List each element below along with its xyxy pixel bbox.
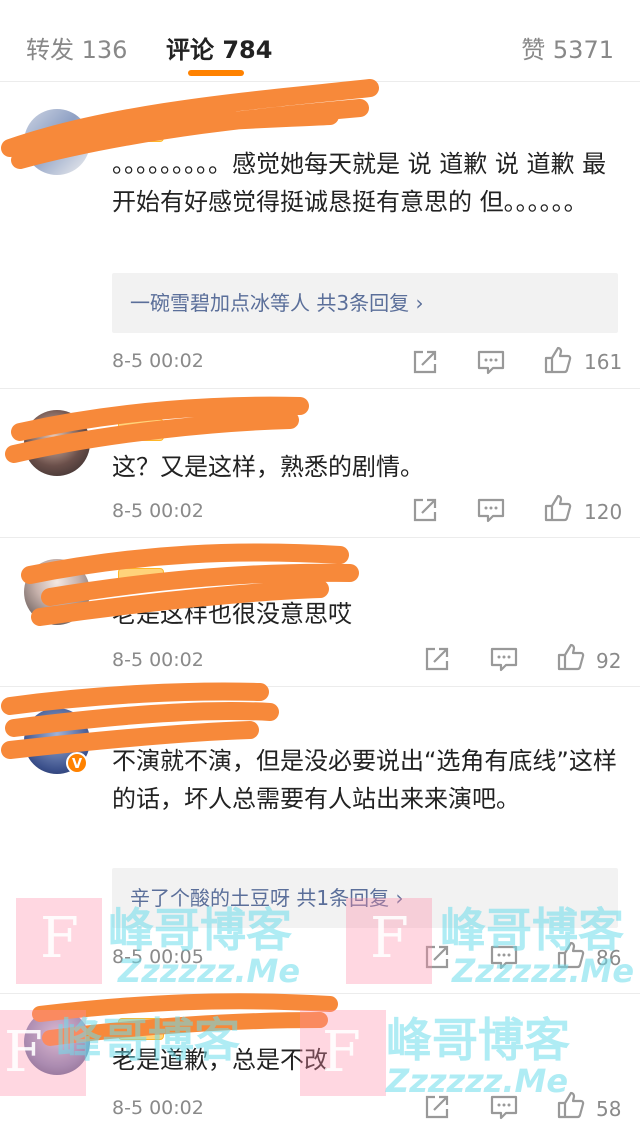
repost-icon[interactable] (422, 644, 452, 674)
fan-medal-badge (118, 119, 164, 142)
username[interactable] (112, 416, 164, 441)
thumbs-up-icon[interactable] (556, 1090, 586, 1120)
comment-icon[interactable] (476, 347, 506, 377)
comment-icon[interactable] (476, 495, 506, 525)
comment-text: 这？又是这样，熟悉的剧情。 (112, 453, 424, 481)
like-count[interactable]: 161 (584, 350, 622, 374)
verified-badge-icon: V (66, 752, 88, 774)
thumbs-up-icon[interactable] (543, 493, 573, 523)
comment-icon[interactable] (489, 644, 519, 674)
reply-summary[interactable]: 一碗雪碧加点冰等人 共3条回复 › (112, 273, 618, 333)
thumbs-up-icon[interactable] (556, 940, 586, 970)
comment-time: 8-5 00:02 (112, 649, 204, 671)
username[interactable] (112, 117, 164, 142)
thumbs-up-icon[interactable] (543, 345, 573, 375)
active-tab-indicator (188, 70, 244, 76)
comment-icon[interactable] (489, 942, 519, 972)
like-count[interactable]: 92 (596, 649, 621, 673)
username[interactable] (112, 1015, 164, 1040)
comment-text: 老是这样也很没意思哎 (112, 600, 352, 628)
like-count[interactable]: 120 (584, 500, 622, 524)
comment-text: 。。。。。。。。。感觉她每天就是 说 道歉 说 道歉 最开始有好感觉得挺诚恳挺有… (112, 150, 607, 216)
comment-item: 。。。。。。。。。感觉她每天就是 说 道歉 说 道歉 最开始有好感觉得挺诚恳挺有… (0, 83, 640, 389)
reply-summary[interactable]: 辛了个酸的土豆呀 共1条回复 › (112, 868, 618, 928)
tab-likes[interactable]: 赞 5371 (521, 30, 614, 65)
comment-icon[interactable] (489, 1092, 519, 1122)
tab-bar: 转发 136 评论 784 赞 5371 (0, 0, 640, 82)
comment-item: 这？又是这样，熟悉的剧情。 8-5 00:02 120 (0, 390, 640, 538)
comment-time: 8-5 00:02 (112, 1097, 204, 1119)
avatar[interactable] (24, 109, 90, 175)
tab-repost[interactable]: 转发 136 (26, 30, 127, 65)
comment-time: 8-5 00:02 (112, 350, 204, 372)
tab-comments[interactable]: 评论 784 (166, 30, 272, 65)
comment-item: 老是道歉，总是不改 8-5 00:02 58 (0, 995, 640, 1140)
fan-medal-badge (118, 567, 164, 590)
like-count[interactable]: 86 (596, 946, 621, 970)
avatar[interactable] (24, 410, 90, 476)
thumbs-up-icon[interactable] (556, 642, 586, 672)
fan-medal-badge (118, 418, 164, 441)
comment-item: V 不演就不演，但是没必要说出“选角有底线”这样的话，坏人总需要有人站出来来演吧… (0, 688, 640, 994)
repost-icon[interactable] (422, 942, 452, 972)
like-count[interactable]: 58 (596, 1097, 621, 1121)
repost-icon[interactable] (410, 347, 440, 377)
username[interactable] (112, 565, 164, 590)
fan-medal-badge (118, 1017, 164, 1040)
comment-text: 老是道歉，总是不改 (112, 1046, 328, 1074)
avatar[interactable] (24, 1009, 90, 1075)
repost-icon[interactable] (410, 495, 440, 525)
avatar[interactable] (24, 559, 90, 625)
comment-time: 8-5 00:05 (112, 946, 204, 968)
repost-icon[interactable] (422, 1092, 452, 1122)
comment-item: 老是这样也很没意思哎 8-5 00:02 92 (0, 539, 640, 687)
comment-text: 不演就不演，但是没必要说出“选角有底线”这样的话，坏人总需要有人站出来来演吧。 (112, 747, 617, 813)
comment-time: 8-5 00:02 (112, 500, 204, 522)
